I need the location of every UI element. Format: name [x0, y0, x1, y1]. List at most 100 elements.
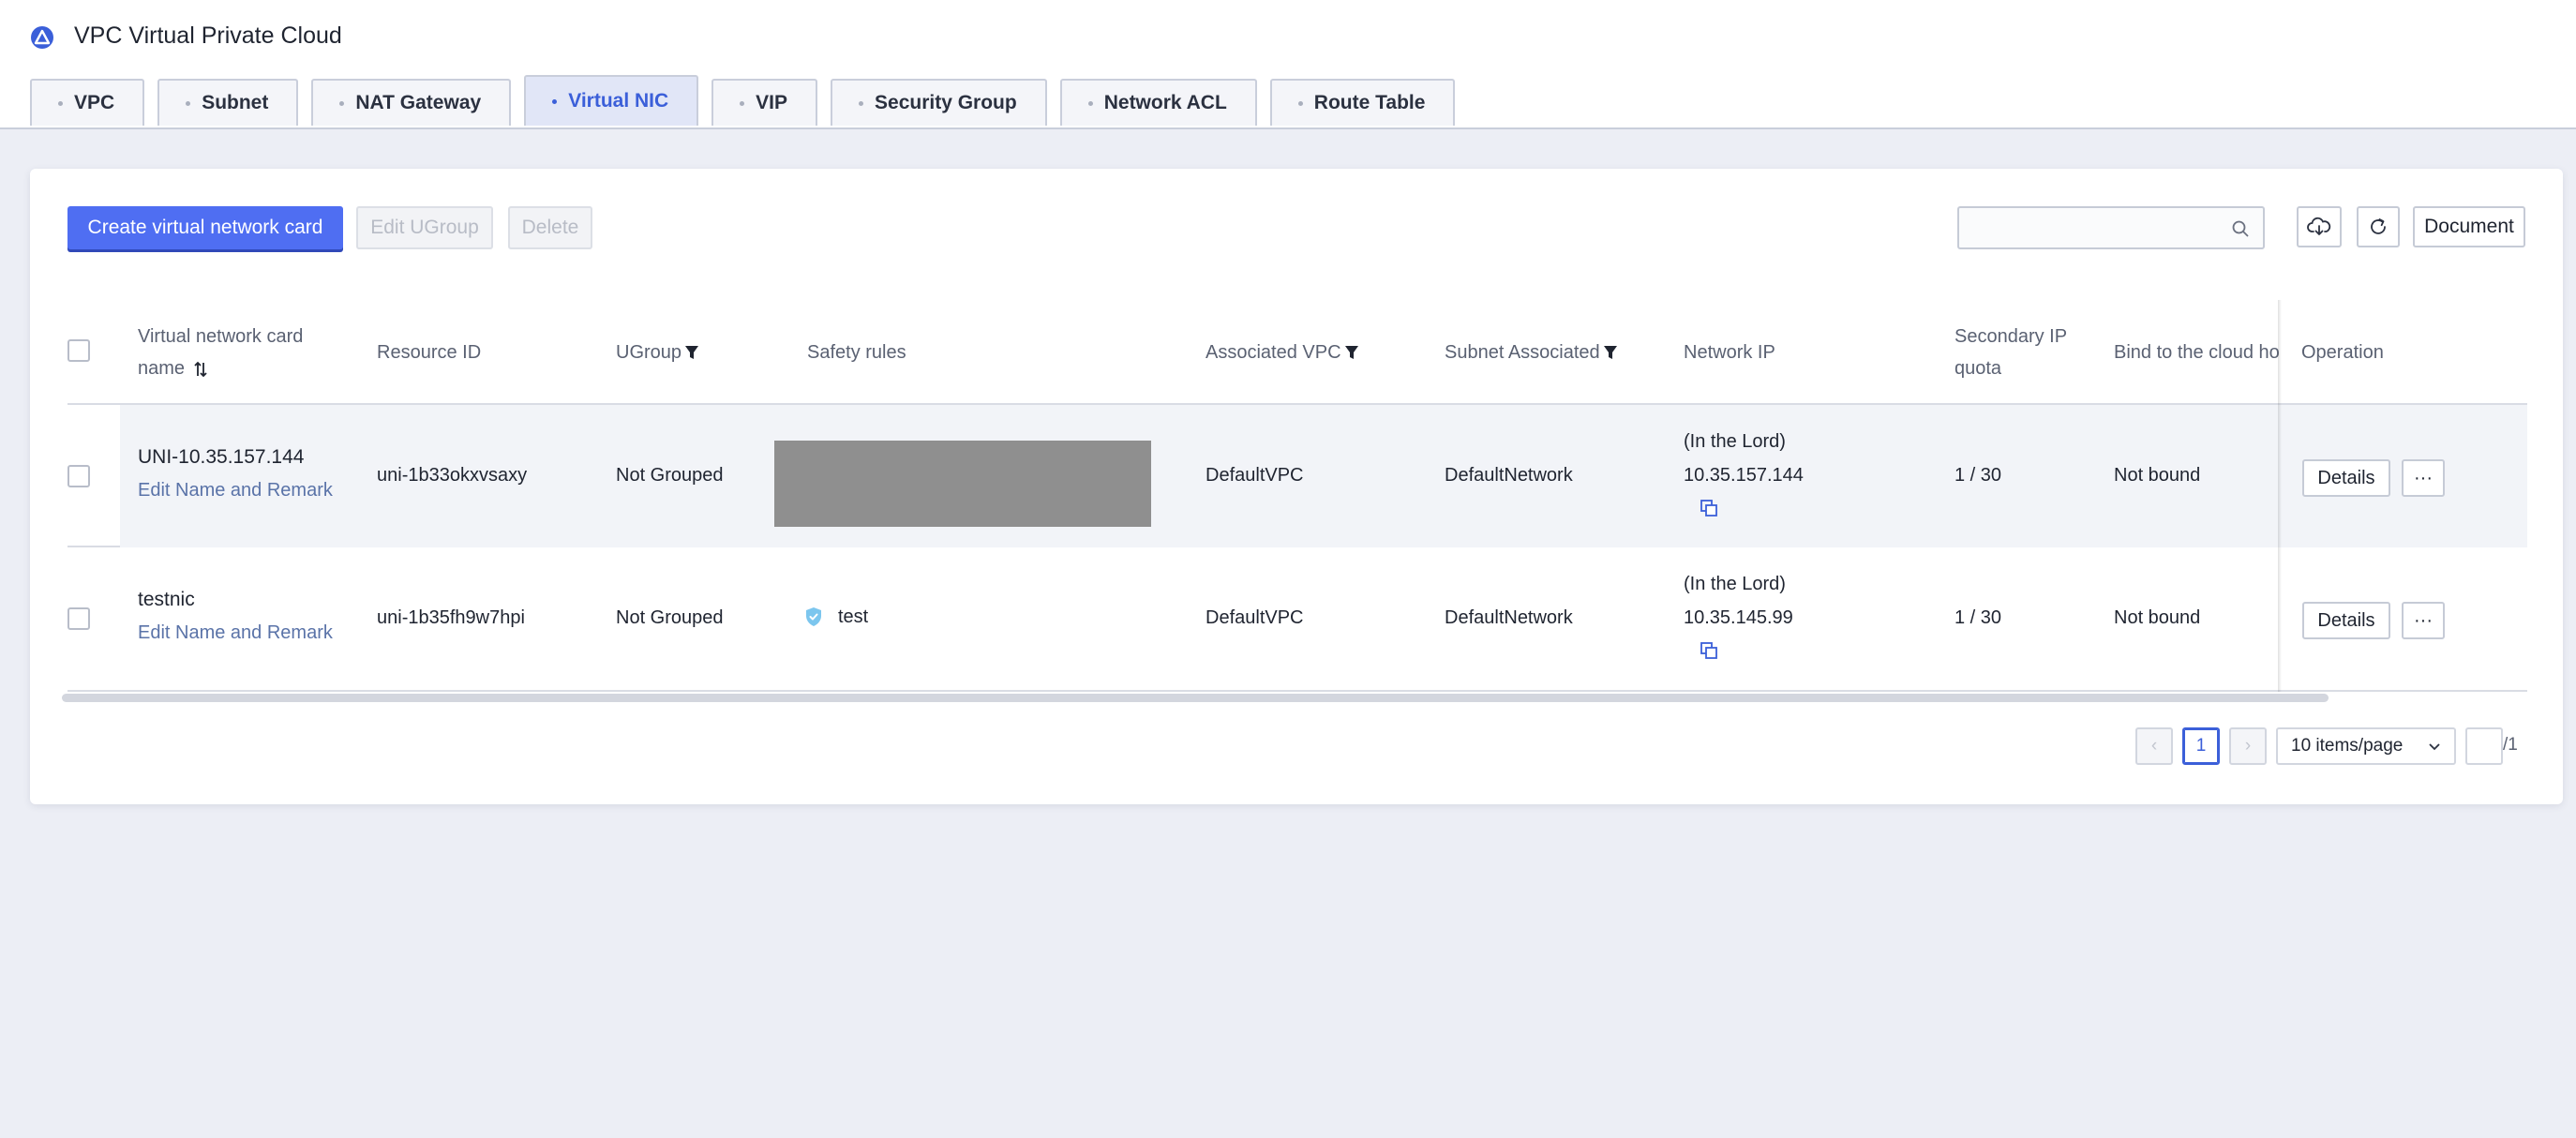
page-jump-input[interactable] [2465, 727, 2503, 765]
col-header-label: name [138, 358, 186, 379]
shield-icon [806, 607, 821, 626]
refresh-button[interactable] [2357, 206, 2400, 247]
col-header-secondary-ip-quota: Secondary IP quota [1954, 300, 2095, 405]
ugroup-value: Not Grouped [616, 607, 724, 628]
prev-page-button[interactable]: ‹ [2135, 727, 2173, 765]
col-header-label: UGroup [616, 342, 682, 363]
tab-dot-icon [1087, 100, 1093, 106]
tab-network-acl[interactable]: Network ACL [1059, 79, 1257, 126]
next-page-button[interactable]: › [2229, 727, 2267, 765]
tab-dot-icon [552, 98, 558, 104]
secondary-ip-quota-value: 1 / 30 [1954, 465, 2002, 486]
more-actions-button[interactable]: ··· [2402, 602, 2445, 639]
filter-icon[interactable] [1603, 344, 1618, 361]
edit-name-remark-link[interactable]: Edit Name and Remark [138, 480, 333, 502]
tab-label: Network ACL [1103, 92, 1227, 113]
copy-icon[interactable] [1700, 499, 1718, 517]
chevron-down-icon [2429, 743, 2440, 751]
associated-vpc-value: DefaultVPC [1206, 465, 1304, 486]
tab-dot-icon [740, 100, 745, 106]
col-header-label: Secondary IP [1954, 326, 2068, 347]
col-header-associated-vpc[interactable]: Associated VPC [1206, 300, 1359, 405]
page-size-value: 10 items/page [2291, 736, 2404, 756]
edit-ugroup-button[interactable]: Edit UGroup [356, 206, 493, 249]
page-number-button[interactable]: 1 [2182, 727, 2220, 765]
page-header: VPC Virtual Private Cloud VPC Subnet NAT… [0, 0, 2576, 129]
tab-label: Security Group [875, 92, 1017, 113]
subnet-value: DefaultNetwork [1445, 465, 1573, 486]
delete-button[interactable]: Delete [508, 206, 592, 249]
tab-subnet[interactable]: Subnet [157, 79, 299, 126]
vnic-name: testnic [138, 589, 195, 610]
security-rule-tag[interactable]: test [802, 606, 868, 628]
tab-vip[interactable]: VIP [711, 79, 818, 126]
network-ip-value: 10.35.145.99 [1684, 607, 1793, 628]
tab-dot-icon [1297, 100, 1303, 106]
row-checkbox[interactable] [67, 607, 90, 630]
col-header-ugroup[interactable]: UGroup [616, 300, 699, 405]
page-size-select[interactable]: 10 items/page [2276, 727, 2456, 765]
filter-icon[interactable] [1344, 344, 1359, 361]
search-icon[interactable] [2231, 219, 2250, 238]
subnet-value: DefaultNetwork [1445, 607, 1573, 628]
tab-vpc[interactable]: VPC [30, 79, 145, 126]
total-pages-label: /1 [2503, 735, 2518, 755]
details-button[interactable]: Details [2302, 459, 2390, 497]
tab-virtual-nic[interactable]: Virtual NIC [524, 75, 699, 126]
ip-type-label: (In the Lord) [1684, 431, 1786, 452]
vpc-logo-icon [31, 26, 53, 49]
select-all-checkbox[interactable] [67, 339, 90, 362]
tab-label: NAT Gateway [355, 92, 482, 113]
tab-label: Subnet [202, 92, 269, 113]
sort-icon[interactable] [193, 359, 208, 380]
col-header-label: Subnet Associated [1445, 342, 1600, 363]
table-header: Virtual network card name Resource ID UG… [67, 300, 2527, 405]
col-header-label: Virtual network card [138, 326, 304, 347]
table-row: UNI-10.35.157.144 Edit Name and Remark u… [67, 405, 2527, 547]
edit-name-remark-link[interactable]: Edit Name and Remark [138, 622, 333, 644]
security-rule-name: test [838, 606, 869, 627]
ugroup-value: Not Grouped [616, 465, 724, 486]
fixed-column-shadow [2278, 300, 2282, 692]
tab-nat-gateway[interactable]: NAT Gateway [311, 79, 512, 126]
col-header-subnet-associated[interactable]: Subnet Associated [1445, 300, 1618, 405]
cloud-download-icon [2307, 217, 2331, 235]
col-header-bind-host: Bind to the cloud ho [2114, 342, 2280, 363]
col-header-name[interactable]: Virtual network card name [138, 300, 316, 405]
tab-label: Route Table [1313, 92, 1426, 113]
tab-dot-icon [186, 100, 191, 106]
resource-id: uni-1b33okxvsaxy [377, 465, 528, 486]
tab-dot-icon [339, 100, 345, 106]
secondary-ip-quota-value: 1 / 30 [1954, 607, 2002, 628]
resource-id: uni-1b35fh9w7hpi [377, 607, 525, 628]
details-button[interactable]: Details [2302, 602, 2390, 639]
horizontal-scrollbar-thumb[interactable] [62, 694, 2329, 702]
page-title: VPC Virtual Private Cloud [74, 22, 342, 49]
table-row: testnic Edit Name and Remark uni-1b35fh9… [67, 549, 2527, 692]
col-header-operation: Operation [2301, 342, 2384, 363]
col-header-resource-id: Resource ID [377, 342, 482, 363]
more-actions-button[interactable]: ··· [2402, 459, 2445, 497]
download-button[interactable] [2297, 206, 2342, 247]
vnic-list-card: Create virtual network card Edit UGroup … [30, 169, 2563, 804]
vnic-name: UNI-10.35.157.144 [138, 446, 305, 468]
tab-label: VPC [74, 92, 115, 113]
copy-icon[interactable] [1700, 641, 1718, 660]
redacted-safety-rules [774, 441, 1151, 527]
filter-icon[interactable] [684, 344, 699, 361]
search-input[interactable] [1957, 206, 2265, 249]
tab-dot-icon [859, 100, 864, 106]
document-button[interactable]: Document [2413, 206, 2525, 247]
refresh-icon [2371, 218, 2386, 234]
create-vnic-button[interactable]: Create virtual network card [67, 206, 343, 249]
col-header-safety-rules: Safety rules [807, 342, 906, 363]
tab-route-table[interactable]: Route Table [1269, 79, 1456, 126]
network-ip-value: 10.35.157.144 [1684, 465, 1804, 486]
tab-security-group[interactable]: Security Group [831, 79, 1047, 126]
associated-vpc-value: DefaultVPC [1206, 607, 1304, 628]
tab-bar: VPC Subnet NAT Gateway Virtual NIC VIP S… [30, 75, 1468, 129]
tab-label: VIP [756, 92, 788, 113]
ip-type-label: (In the Lord) [1684, 574, 1786, 594]
tab-label: Virtual NIC [568, 90, 669, 112]
row-checkbox[interactable] [67, 465, 90, 487]
